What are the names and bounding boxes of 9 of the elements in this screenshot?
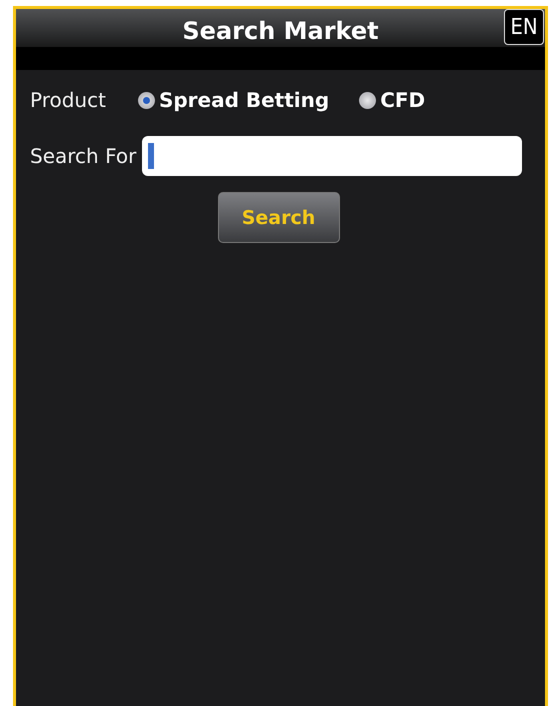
search-for-label: Search For (30, 144, 136, 168)
product-radio[interactable]: Spread Betting (138, 88, 330, 112)
text-cursor (148, 143, 154, 169)
language-button[interactable]: EN (504, 9, 544, 45)
search-button[interactable]: Search (218, 192, 340, 243)
product-label: Product (30, 88, 106, 112)
search-field[interactable] (142, 136, 522, 176)
product-radio[interactable]: CFD (359, 88, 426, 112)
window-title: Search Market (182, 17, 379, 45)
